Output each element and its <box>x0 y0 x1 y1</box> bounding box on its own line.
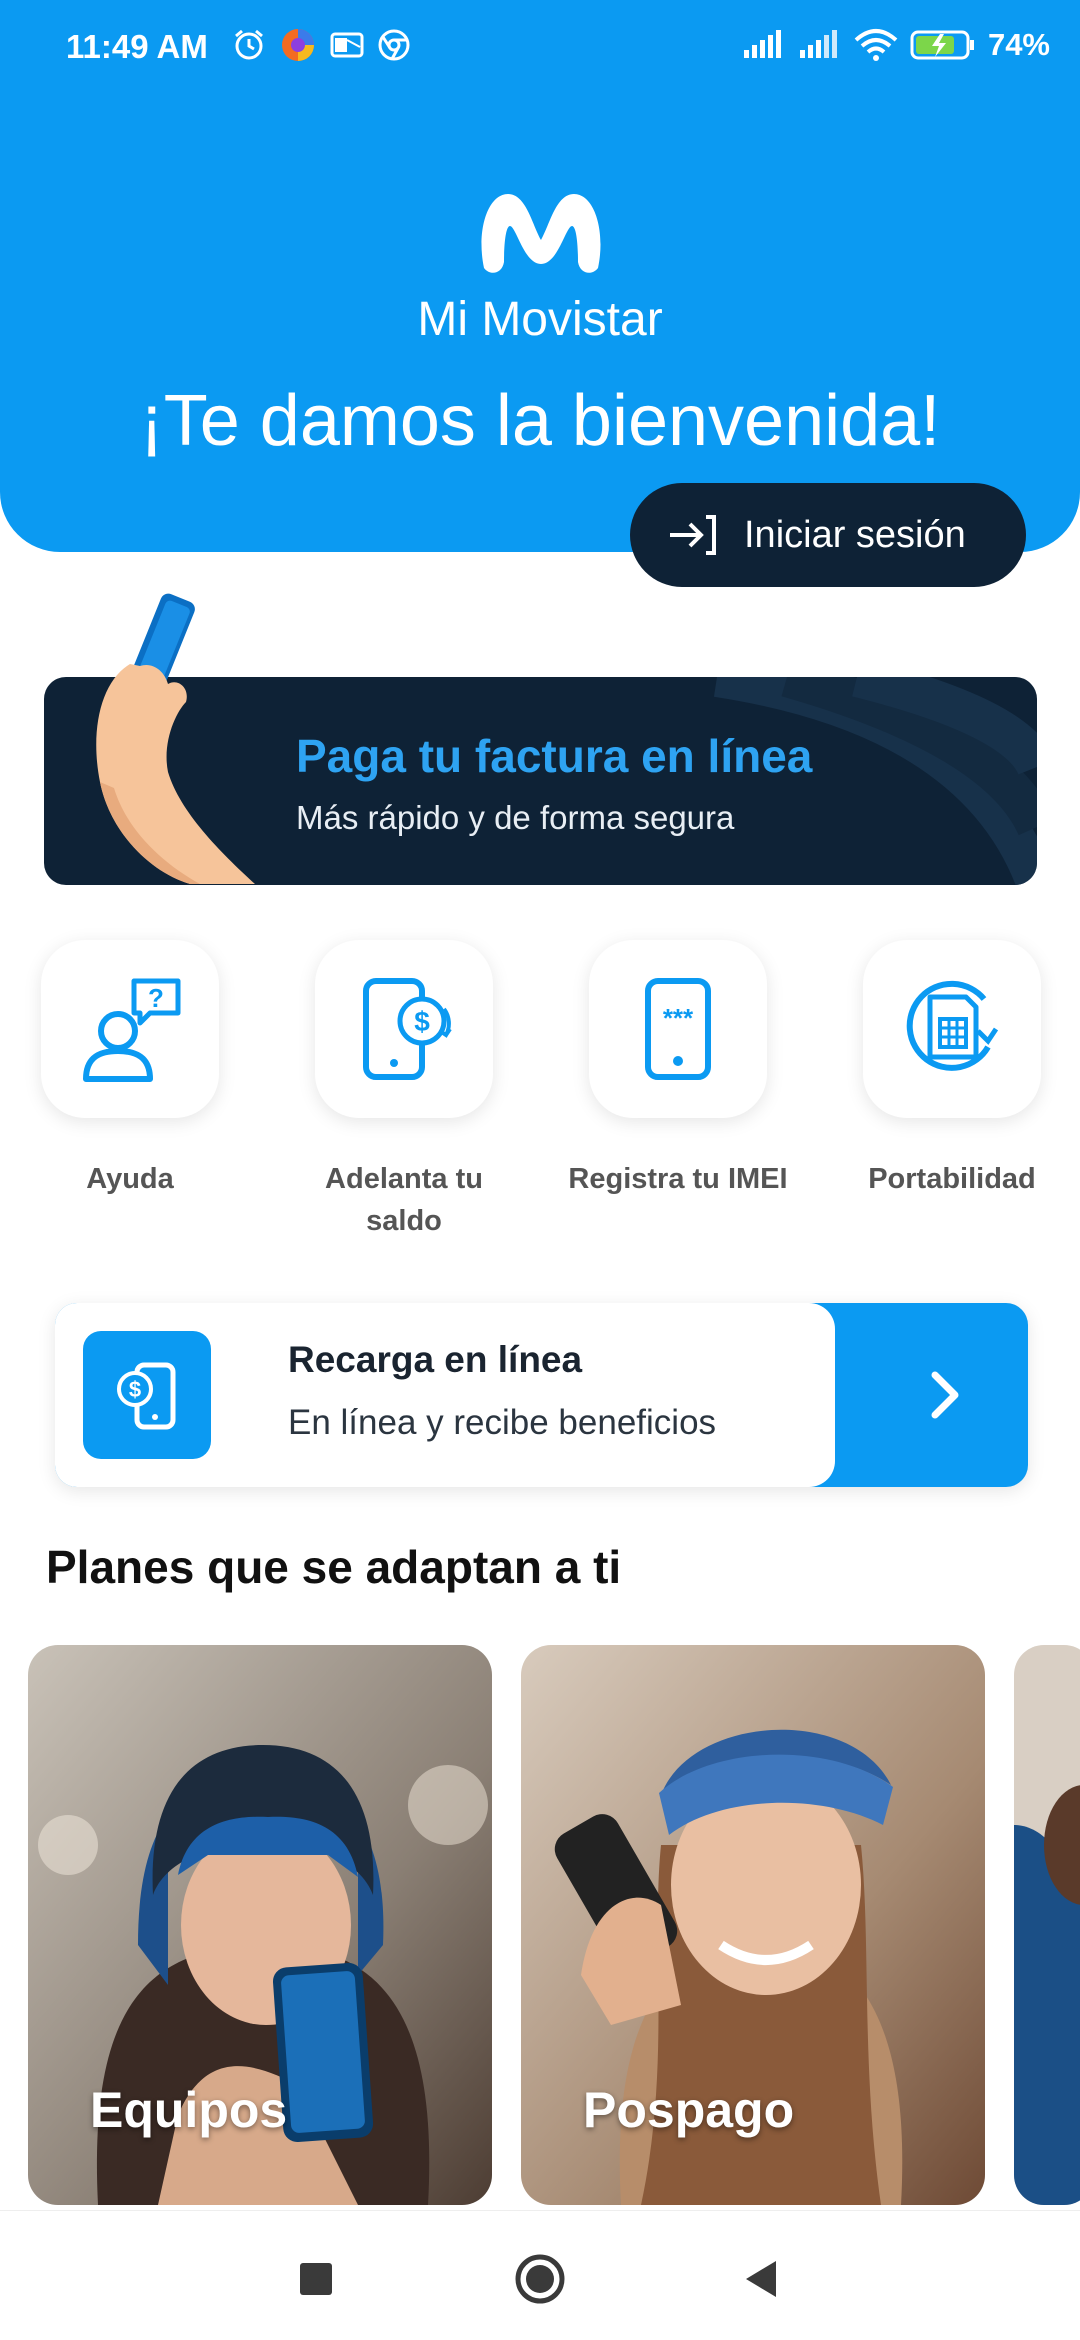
quick-action-label: Adelanta tu saldo <box>325 1163 483 1237</box>
battery-percent: 74% <box>987 27 1050 62</box>
banner-subtitle: Más rápido y de forma segura <box>296 799 735 836</box>
recharge-content: $ Recarga en línea En línea y recibe ben… <box>55 1303 835 1487</box>
quick-action-label: Portabilidad <box>868 1163 1036 1195</box>
plan-card-pospago[interactable]: Pospago <box>521 1645 985 2205</box>
brand-name: Mi Movistar <box>417 293 663 346</box>
hand-phone-illustration <box>96 593 255 884</box>
quick-action-help[interactable]: ? Ayuda <box>10 940 250 1200</box>
recharge-phone-icon: $ <box>117 1362 176 1430</box>
quick-action-portability[interactable]: Portabilidad <box>832 940 1072 1200</box>
recharge-card[interactable]: $ Recarga en línea En línea y recibe ben… <box>55 1303 1028 1487</box>
login-label: Iniciar sesión <box>744 513 966 556</box>
movistar-logo <box>481 194 601 273</box>
welcome-heading: ¡Te damos la bienvenida! <box>139 381 941 461</box>
battery-icon <box>910 30 974 60</box>
quick-tile: $ <box>315 940 493 1118</box>
quick-action-label: Ayuda <box>86 1163 174 1195</box>
home-icon[interactable] <box>510 2249 570 2309</box>
status-time: 11:49 AM <box>66 28 208 65</box>
browser-icon <box>282 29 314 61</box>
plan-photo <box>1014 1645 1080 2205</box>
alarm-icon <box>235 29 263 60</box>
login-button[interactable]: Iniciar sesión <box>630 483 1026 587</box>
svg-text:$: $ <box>414 1006 430 1037</box>
svg-text:$: $ <box>129 1377 141 1402</box>
banner-title: Paga tu factura en línea <box>296 730 813 782</box>
recharge-subtitle: En línea y recibe beneficios <box>288 1403 717 1442</box>
chrome-icon <box>378 29 410 61</box>
svg-text:?: ? <box>148 983 164 1013</box>
svg-text:***: *** <box>663 1003 694 1033</box>
portability-icon <box>906 980 999 1071</box>
help-icon: ? <box>83 978 181 1082</box>
quick-action-advance-balance[interactable]: $ Adelanta tu saldo <box>284 940 524 1242</box>
plans-title: Planes que se adaptan a ti <box>46 1541 622 1593</box>
chevron-right-icon <box>931 1371 959 1419</box>
system-nav-bar <box>0 2210 1080 2340</box>
recharge-icon-box: $ <box>83 1331 211 1459</box>
recents-icon[interactable] <box>286 2249 346 2309</box>
signal-2-icon <box>799 30 837 58</box>
quick-tile: ? <box>41 940 219 1118</box>
back-icon[interactable] <box>732 2249 792 2309</box>
wifi-icon <box>854 29 898 61</box>
advance-balance-icon: $ <box>363 978 452 1080</box>
header: 11:49 AM 74% Mi Movistar ¡Te damos la bi… <box>0 0 1080 552</box>
plan-label: Equipos <box>90 2082 288 2138</box>
app-screen: 11:49 AM 74% Mi Movistar ¡Te damos la bi… <box>0 0 1080 2340</box>
status-bar: 11:49 AM 74% <box>0 0 1080 96</box>
imei-icon: *** <box>645 978 711 1080</box>
plan-label: Pospago <box>583 2082 795 2138</box>
system-icons: 74% <box>742 27 1050 63</box>
signal-icon <box>743 30 781 58</box>
quick-action-label: Registra tu IMEI <box>568 1163 788 1195</box>
recharge-title: Recarga en línea <box>288 1339 583 1380</box>
login-icon <box>670 515 716 555</box>
quick-action-imei[interactable]: *** Registra tu IMEI <box>558 940 798 1200</box>
plan-card-equipos[interactable]: Equipos <box>28 1645 492 2205</box>
quick-tile: *** <box>589 940 767 1118</box>
plan-card-partial[interactable] <box>1014 1645 1080 2205</box>
quick-tile <box>863 940 1041 1118</box>
outlook-icon <box>330 32 364 58</box>
notification-icons <box>232 27 410 63</box>
